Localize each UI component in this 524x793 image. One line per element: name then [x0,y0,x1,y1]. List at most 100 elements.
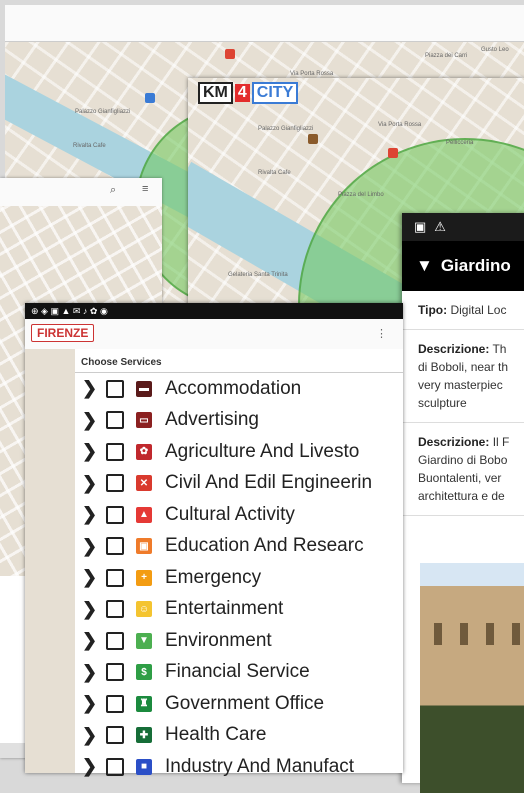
service-label: Industry And Manufact [165,755,355,777]
chevron-right-icon[interactable]: ❯ [82,504,97,525]
service-item[interactable]: ❯ $ Financial Service [75,657,403,689]
service-label: Environment [165,629,272,651]
detail-row-description-en: Descrizione: Th di Boboli, near th very … [402,330,524,423]
services-window: ⊕ ◈ ▣ ▲ ✉ ♪ ✿ ◉ FIRENZE ⋮ Choose Service… [25,303,403,777]
detail-status-bar: ▣ ⚠ [402,213,524,241]
overflow-menu-icon[interactable]: ⋮ [376,327,387,340]
service-category-icon: ▬ [136,380,152,397]
service-checkbox[interactable] [106,663,124,682]
poi-marker[interactable] [145,93,155,103]
service-category-icon: ▭ [136,412,152,429]
chevron-right-icon[interactable]: ❯ [82,536,97,557]
map-label: Piazza del Limbo [338,192,384,198]
back-window-topbar [5,5,524,42]
chevron-right-icon[interactable]: ❯ [82,441,97,462]
photo-window [486,623,494,645]
poi-marker[interactable] [308,134,318,144]
city-badge[interactable]: FIRENZE [31,324,95,342]
chevron-right-icon[interactable]: ❯ [82,662,97,683]
service-item[interactable]: ❯ ■ Industry And Manufact [75,751,403,783]
warning-icon: ⚠ [434,219,446,234]
service-category-icon: ▼ [136,632,152,649]
service-category-icon: ✚ [136,727,152,744]
chevron-right-icon[interactable]: ❯ [82,410,97,431]
chevron-right-icon[interactable]: ❯ [82,599,97,620]
service-category-icon: ■ [136,758,152,775]
service-checkbox[interactable] [106,537,124,556]
map-label: Pellicceria [446,140,474,146]
search-icon[interactable]: ⌕ [110,184,116,197]
map-label: Gusto Leo [481,47,509,53]
chevron-right-icon[interactable]: ❯ [82,630,97,651]
poi-marker[interactable] [225,49,235,59]
service-label: Government Office [165,692,325,714]
service-category-icon: ✕ [136,475,152,492]
detail-title[interactable]: ▼ Giardino [402,241,524,291]
service-category-icon: ▣ [136,538,152,555]
collapse-triangle-icon[interactable]: ▼ [416,256,433,276]
map-label: Rivalta Cafe [258,170,291,176]
service-category-icon: ✿ [136,443,152,460]
photo-window [434,623,442,645]
service-checkbox[interactable] [106,600,124,619]
service-label: Health Care [165,724,267,746]
service-category-icon: $ [136,664,152,681]
service-checkbox[interactable] [106,726,124,745]
service-label: Emergency [165,566,262,588]
service-label: Advertising [165,409,259,431]
service-checkbox[interactable] [106,505,124,524]
service-checkbox[interactable] [106,379,124,398]
service-item[interactable]: ❯ + Emergency [75,562,403,594]
service-item[interactable]: ❯ ▣ Education And Researc [75,531,403,563]
service-item[interactable]: ❯ ▬ Accommodation [75,373,403,405]
poi-detail-panel: ▣ ⚠ ▼ Giardino Tipo: Digital Loc Descriz… [402,213,524,793]
services-status-bar: ⊕ ◈ ▣ ▲ ✉ ♪ ✿ ◉ [25,303,403,319]
service-item[interactable]: ❯ ▼ Environment [75,625,403,657]
service-checkbox[interactable] [106,757,124,776]
photo-window [460,623,468,645]
chevron-right-icon[interactable]: ❯ [82,693,97,714]
status-icons: ⊕ ◈ ▣ ▲ ✉ ♪ ✿ ◉ [31,305,108,316]
service-category-icon: ♜ [136,695,152,712]
service-label: Civil And Edil Engineerin [165,472,373,494]
services-map-strip[interactable] [25,349,75,773]
service-label: Education And Researc [165,535,364,557]
map-label: Gelateria Santa Trinita [228,272,288,278]
poi-marker[interactable] [388,148,398,158]
chevron-right-icon[interactable]: ❯ [82,567,97,588]
service-item[interactable]: ❯ ☺ Entertainment [75,594,403,626]
map-label: Piazza dei Carri [425,53,468,59]
chevron-right-icon[interactable]: ❯ [82,756,97,777]
service-checkbox[interactable] [106,631,124,650]
detail-row-description-it: Descrizione: Il F Giardino di Bobo Buont… [402,423,524,516]
photo-window [512,623,520,645]
service-label: Entertainment [165,598,284,620]
service-checkbox[interactable] [106,568,124,587]
poi-photo[interactable] [420,563,524,793]
chevron-right-icon[interactable]: ❯ [82,378,97,399]
chevron-right-icon[interactable]: ❯ [82,473,97,494]
service-label: Accommodation [165,377,302,399]
service-checkbox[interactable] [106,411,124,430]
services-topbar: FIRENZE ⋮ [25,319,403,350]
image-icon: ▣ [414,219,427,234]
service-item[interactable]: ❯ ▭ Advertising [75,405,403,437]
menu-icon[interactable]: ≡ [142,183,148,195]
service-item[interactable]: ❯ ▲ Cultural Activity [75,499,403,531]
map-label: Rivalta Cafe [73,143,106,149]
service-checkbox[interactable] [106,694,124,713]
service-label: Financial Service [165,661,310,683]
service-checkbox[interactable] [106,474,124,493]
service-item[interactable]: ❯ ♜ Government Office [75,688,403,720]
chevron-right-icon[interactable]: ❯ [82,725,97,746]
service-checkbox[interactable] [106,442,124,461]
services-list: Choose Services ❯ ▬ Accommodation ❯ ▭ Adverti… [75,349,403,777]
service-item[interactable]: ❯ ✚ Health Care [75,720,403,752]
service-label: Agriculture And Livesto [165,440,360,462]
detail-title-text: Giardino [440,256,511,275]
service-item[interactable]: ❯ ✕ Civil And Edil Engineerin [75,468,403,500]
detail-row-tipo: Tipo: Digital Loc [402,291,524,330]
left-window-topbar: ⌕ ≡ [0,178,162,207]
service-item[interactable]: ❯ ✿ Agriculture And Livesto [75,436,403,468]
service-category-icon: ▲ [136,506,152,523]
